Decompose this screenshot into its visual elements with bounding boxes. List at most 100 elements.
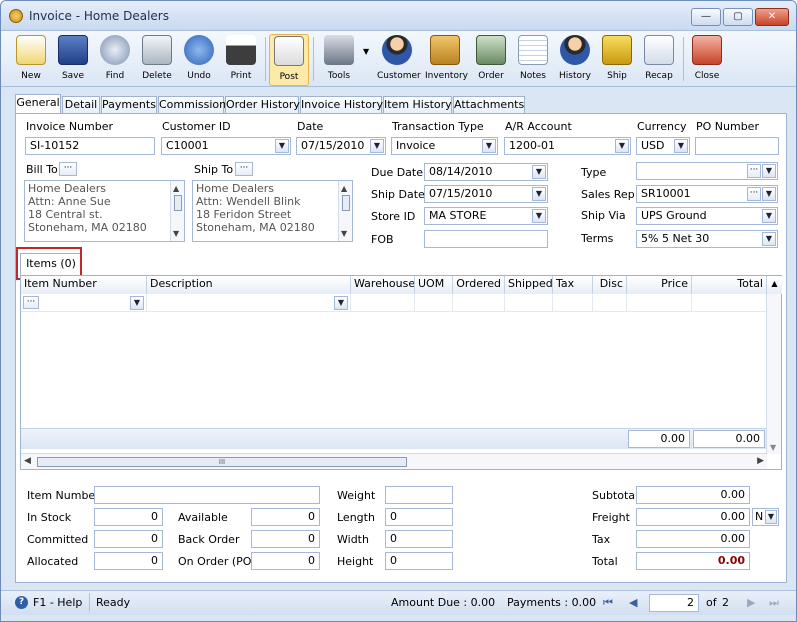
shipped-cell[interactable] (505, 295, 553, 312)
sales-rep-field[interactable]: SR10001 ··· ▼ (636, 185, 778, 203)
scroll-down-icon[interactable]: ▼ (341, 227, 347, 240)
total-cell[interactable] (692, 295, 767, 312)
tab-general[interactable]: General (15, 94, 61, 114)
inventory-button[interactable]: Inventory (425, 34, 468, 86)
col-tax[interactable]: Tax (553, 276, 593, 294)
scroll-left-icon[interactable]: ◀ (24, 456, 31, 466)
previous-record-icon[interactable]: ◀ (629, 596, 637, 609)
close-button[interactable]: Close (687, 34, 727, 86)
chevron-down-icon[interactable]: ▼ (275, 139, 289, 153)
chevron-down-icon[interactable]: ▼ (532, 165, 546, 179)
terms-select[interactable]: 5% 5 Net 30 ▼ (636, 230, 778, 248)
history-button[interactable]: History (555, 34, 595, 86)
scroll-down-icon[interactable]: ▼ (173, 227, 179, 240)
post-button[interactable]: Post (269, 34, 309, 86)
ship-via-select[interactable]: UPS Ground ▼ (636, 207, 778, 225)
col-item-number[interactable]: Item Number (21, 276, 147, 294)
tab-detail[interactable]: Detail (62, 96, 100, 114)
chevron-down-icon[interactable]: ▼ (674, 139, 688, 153)
tab-item-history[interactable]: Item History (383, 96, 452, 114)
tab-commission[interactable]: Commission (158, 96, 226, 114)
type-lookup-button[interactable]: ··· (747, 164, 761, 178)
new-button[interactable]: New (11, 34, 51, 86)
close-window-button[interactable]: ✕ (755, 8, 789, 26)
length-field[interactable]: 0 (385, 508, 453, 526)
store-id-select[interactable]: MA STORE ▼ (424, 207, 548, 225)
due-date-field[interactable]: 08/14/2010 ▼ (424, 163, 548, 181)
chevron-down-icon[interactable]: ▼ (762, 164, 776, 178)
col-disc[interactable]: Disc (593, 276, 627, 294)
weight-field[interactable] (385, 486, 453, 504)
ship-to-lookup-button[interactable]: ··· (235, 162, 253, 176)
scroll-thumb[interactable] (174, 195, 182, 211)
chevron-down-icon[interactable]: ▼ (762, 232, 776, 246)
col-ordered[interactable]: Ordered (453, 276, 505, 294)
delete-button[interactable]: Delete (137, 34, 177, 86)
col-description[interactable]: Description (147, 276, 351, 294)
chevron-down-icon[interactable]: ▼ (532, 187, 546, 201)
bill-to-lookup-button[interactable]: ··· (59, 162, 77, 176)
scroll-up-icon[interactable]: ▲ (341, 182, 347, 195)
item-lookup-button[interactable]: ··· (23, 296, 39, 309)
next-record-icon[interactable]: ▶ (747, 596, 755, 609)
ship-to-address[interactable]: Home Dealers Attn: Wendell Blink 18 Feri… (192, 180, 353, 242)
tools-dropdown-arrow-icon[interactable]: ▼ (363, 47, 369, 56)
chevron-down-icon[interactable]: ▼ (765, 510, 777, 524)
uom-cell[interactable] (415, 295, 453, 312)
disc-cell[interactable] (593, 295, 627, 312)
bill-to-address[interactable]: Home Dealers Attn: Anne Sue 18 Central s… (24, 180, 185, 242)
help-link[interactable]: F1 - Help (33, 596, 82, 609)
col-shipped[interactable]: Shipped (505, 276, 553, 294)
save-button[interactable]: Save (53, 34, 93, 86)
freight-field[interactable]: 0.00 (636, 508, 750, 526)
ar-account-select[interactable]: 1200-01 ▼ (504, 137, 631, 155)
ship-to-scrollbar[interactable]: ▲ ▼ (338, 181, 352, 241)
tab-attachments[interactable]: Attachments (453, 96, 525, 114)
find-button[interactable]: Find (95, 34, 135, 86)
item-number-cell[interactable]: ··· ▼ (21, 295, 147, 312)
scroll-right-icon[interactable]: ▶ (757, 456, 764, 466)
tax-cell[interactable] (553, 295, 593, 312)
tab-order-history[interactable]: Order History (225, 96, 300, 114)
first-record-icon[interactable]: ⏮ (603, 596, 613, 610)
po-number-field[interactable] (695, 137, 779, 155)
print-button[interactable]: Print (221, 34, 261, 86)
notes-button[interactable]: Notes (513, 34, 553, 86)
chevron-down-icon[interactable]: ▼ (130, 296, 144, 310)
ship-button[interactable]: Ship (597, 34, 637, 86)
grid-vertical-scrollbar[interactable]: ▼ (766, 294, 781, 454)
transaction-type-select[interactable]: Invoice ▼ (391, 137, 498, 155)
chevron-down-icon[interactable]: ▼ (762, 209, 776, 223)
help-icon[interactable]: ? (15, 596, 28, 609)
minimize-button[interactable]: — (691, 8, 721, 26)
undo-button[interactable]: Undo (179, 34, 219, 86)
chevron-down-icon[interactable]: ▼ (615, 139, 629, 153)
freight-code-select[interactable]: N ▼ (752, 508, 779, 526)
col-price[interactable]: Price (627, 276, 692, 294)
height-field[interactable]: 0 (385, 552, 453, 570)
currency-select[interactable]: USD ▼ (636, 137, 690, 155)
grid-scroll-up-icon[interactable]: ▲ (767, 276, 782, 294)
warehouse-cell[interactable] (351, 295, 415, 312)
order-button[interactable]: Order (471, 34, 511, 86)
last-record-icon[interactable]: ⏭ (769, 596, 779, 610)
col-total[interactable]: Total (692, 276, 767, 294)
customer-id-field[interactable]: C10001 ▼ (161, 137, 291, 155)
type-field[interactable]: ··· ▼ (636, 162, 778, 180)
table-row[interactable]: ··· ▼ ▼ (21, 295, 767, 312)
col-warehouse[interactable]: Warehouse (351, 276, 415, 294)
chevron-down-icon[interactable]: ▼ (370, 139, 384, 153)
scroll-thumb[interactable] (342, 195, 350, 211)
customer-button[interactable]: Customer (377, 34, 421, 86)
sales-rep-lookup-button[interactable]: ··· (747, 187, 761, 201)
scroll-thumb[interactable]: III (37, 457, 407, 467)
maximize-button[interactable]: ▢ (723, 8, 753, 26)
chevron-down-icon[interactable]: ▼ (762, 187, 776, 201)
tab-payments[interactable]: Payments (101, 96, 157, 114)
scroll-down-icon[interactable]: ▼ (770, 443, 776, 452)
scroll-up-icon[interactable]: ▲ (173, 182, 179, 195)
col-uom[interactable]: UOM (415, 276, 453, 294)
invoice-number-field[interactable]: SI-10152 (25, 137, 155, 155)
bill-to-scrollbar[interactable]: ▲ ▼ (170, 181, 184, 241)
tools-button[interactable]: Tools (319, 34, 359, 86)
